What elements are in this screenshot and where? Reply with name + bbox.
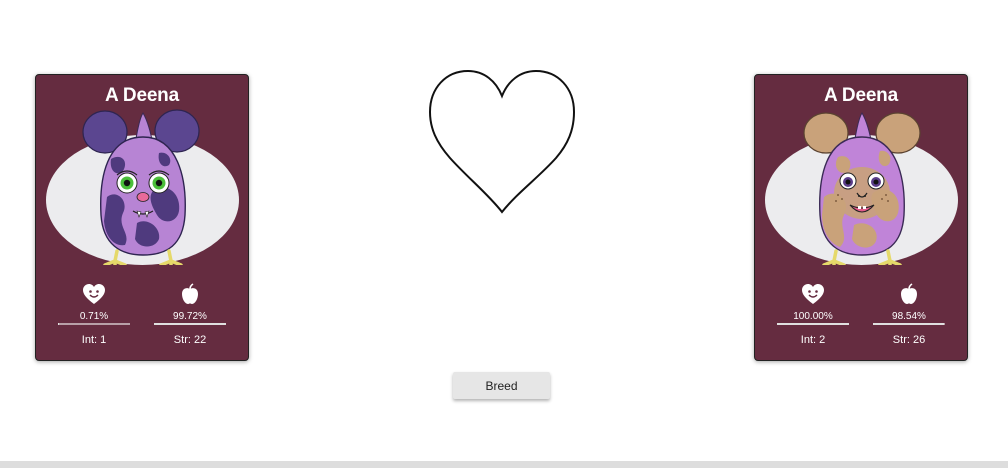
creature-image bbox=[803, 112, 921, 265]
heart-outline-icon bbox=[428, 69, 576, 214]
strength-stat: Str: 22 bbox=[173, 334, 207, 346]
intelligence-stat: Int: 2 bbox=[800, 334, 826, 346]
happiness-percent: 100.00% bbox=[793, 311, 833, 322]
hunger-bar bbox=[154, 323, 226, 325]
happiness-bar bbox=[777, 323, 849, 325]
happiness-bar bbox=[58, 323, 130, 325]
intelligence-stat: Int: 1 bbox=[81, 334, 107, 346]
creature-name: A Deena bbox=[105, 85, 179, 106]
creature-card-left[interactable]: A Deena 0.71% 99.72% Int: 1 Str: 22 bbox=[35, 74, 249, 361]
horizontal-scrollbar[interactable] bbox=[0, 461, 1008, 468]
happiness-percent: 0.71% bbox=[79, 311, 109, 322]
apple-icon bbox=[182, 283, 198, 304]
creature-image bbox=[82, 109, 200, 265]
hunger-percent: 99.72% bbox=[173, 311, 207, 322]
heart-face-icon bbox=[83, 284, 105, 304]
creature-name: A Deena bbox=[824, 85, 898, 106]
apple-icon bbox=[901, 283, 917, 304]
breed-button[interactable]: Breed bbox=[453, 372, 550, 399]
heart-face-icon bbox=[802, 284, 824, 304]
hunger-percent: 98.54% bbox=[892, 311, 926, 322]
hunger-bar bbox=[873, 323, 945, 325]
creature-card-right[interactable]: A Deena 100.00% 98.54% Int: 2 Str: 26 bbox=[754, 74, 968, 361]
strength-stat: Str: 26 bbox=[892, 334, 926, 346]
